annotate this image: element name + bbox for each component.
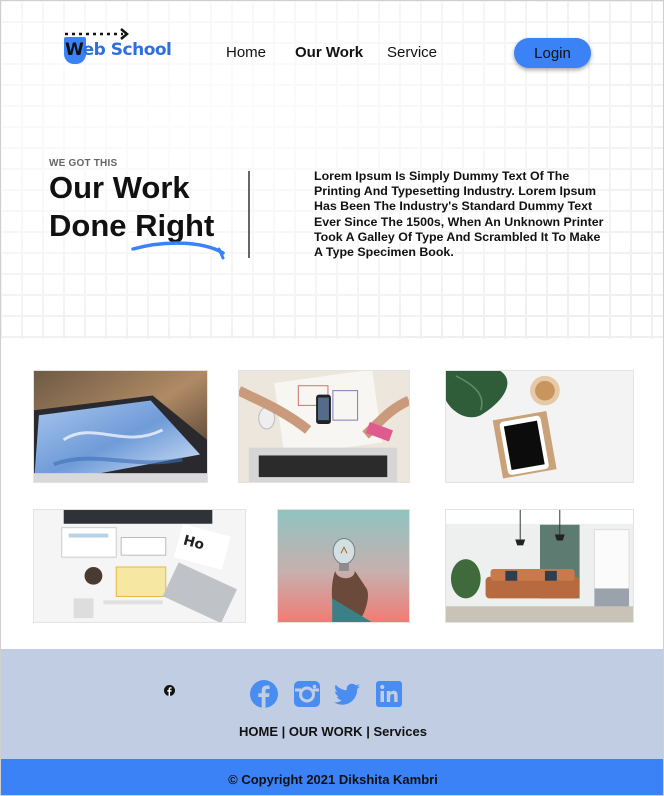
workspace-topdown-photo: Ho: [33, 509, 246, 623]
laptop-blue-abstract-photo: [33, 370, 208, 483]
footer-link-separator: |: [362, 724, 374, 739]
nav-our-work[interactable]: Our Work: [295, 44, 363, 61]
logo-text: Web School: [65, 40, 172, 60]
hero-headline: Our Work Done Right: [49, 169, 214, 245]
login-button[interactable]: Login: [514, 38, 591, 68]
logo-text-rest: eb School: [82, 40, 172, 60]
footer-link-our-work[interactable]: OUR WORK: [289, 724, 363, 739]
linkedin-icon[interactable]: [374, 679, 404, 709]
tablet-plant-coffee-photo: [445, 370, 634, 483]
hero-eyebrow: WE GOT THIS: [49, 158, 118, 169]
hero-headline-line2: Done Right: [49, 208, 215, 243]
lightbulb-hand-photo: [277, 509, 410, 623]
instagram-icon[interactable]: [292, 679, 322, 709]
nav-service[interactable]: Service: [387, 44, 437, 61]
page: Web School Home Our Work Service Login W…: [0, 0, 664, 796]
footer-link-home[interactable]: HOME: [239, 724, 278, 739]
hero-divider: [248, 171, 250, 258]
nav-home[interactable]: Home: [226, 44, 266, 61]
logo[interactable]: Web School: [63, 27, 173, 67]
hero-headline-line1: Our Work: [49, 170, 190, 205]
facebook-icon[interactable]: [249, 679, 279, 709]
footer-link-services[interactable]: Services: [373, 724, 427, 739]
hero-description: Lorem Ipsum Is Simply Dummy Text Of The …: [314, 169, 604, 260]
desk-sketching-wireframes-photo: [238, 370, 410, 483]
logo-text-w: W: [65, 40, 83, 60]
headline-underline-swoosh: [131, 241, 225, 260]
footer-links: HOME | OUR WORK | Services: [1, 724, 663, 739]
twitter-icon[interactable]: [332, 679, 362, 709]
footer-link-separator: |: [278, 724, 289, 739]
copyright-text: © Copyright 2021 Dikshita Kambri: [228, 772, 438, 787]
small-facebook-icon[interactable]: [164, 685, 175, 696]
living-room-interior-photo: [445, 509, 634, 623]
